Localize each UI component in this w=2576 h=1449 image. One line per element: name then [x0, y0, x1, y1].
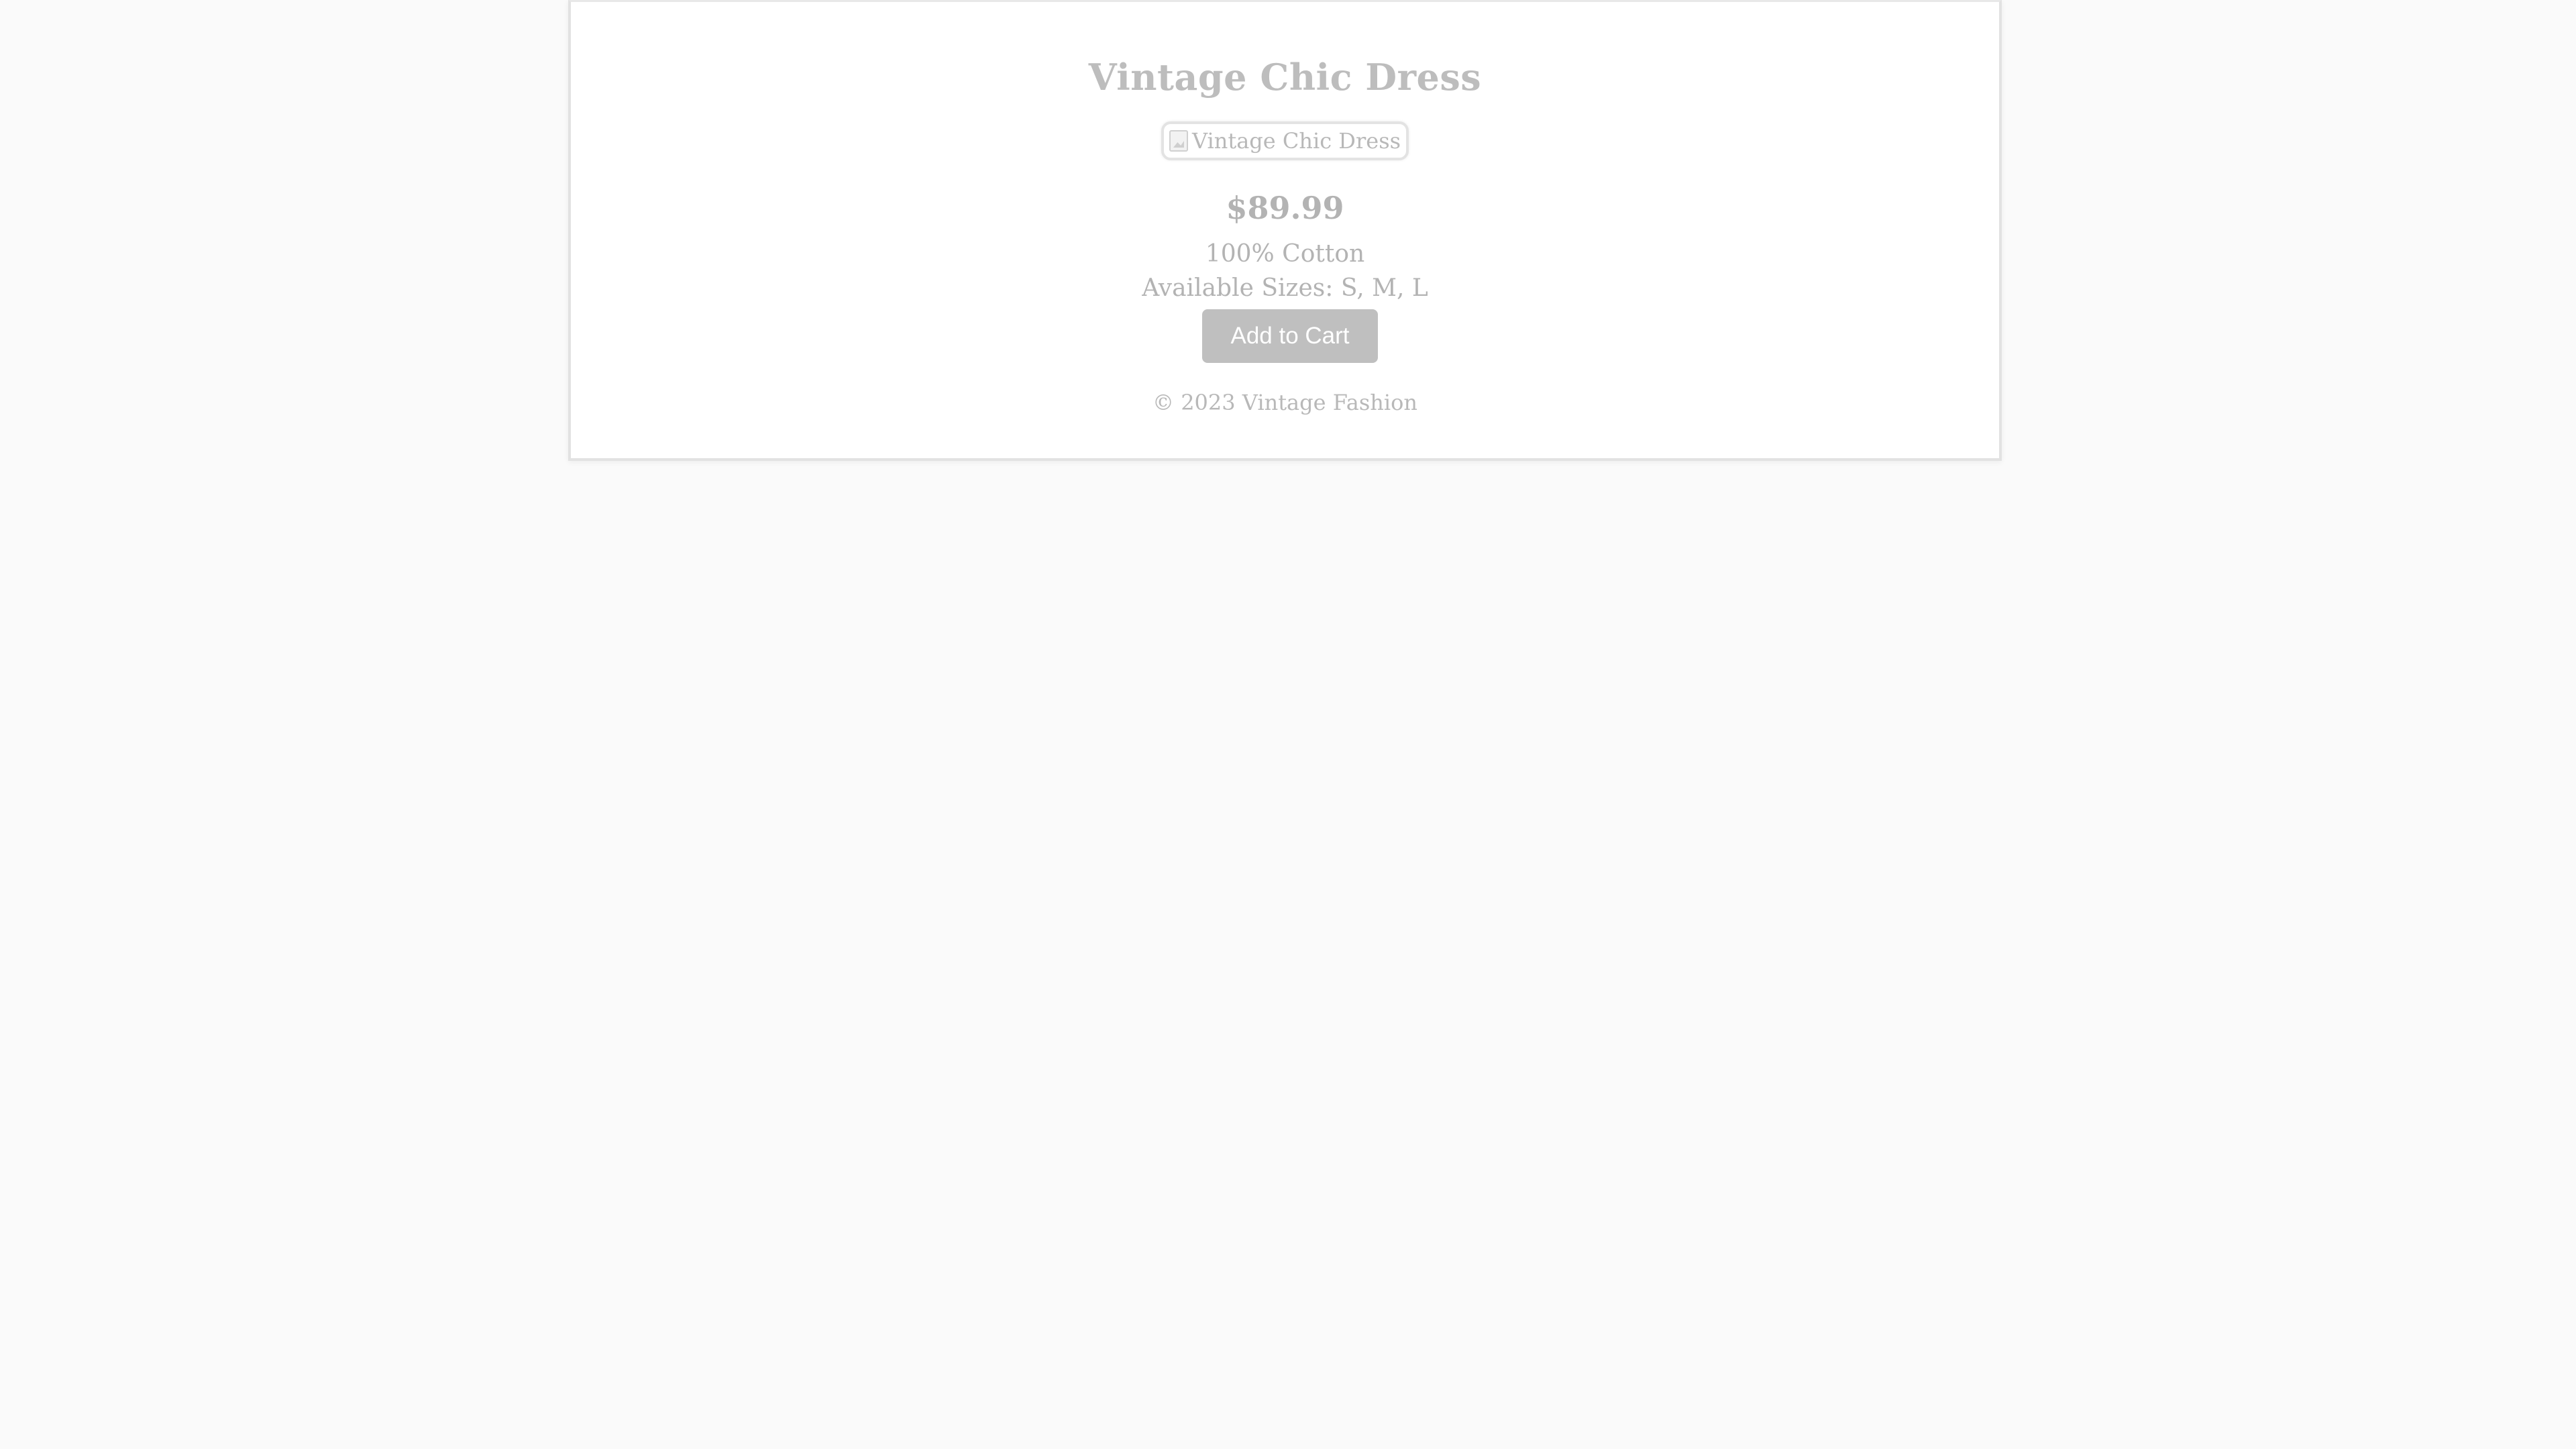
product-card: Vintage Chic Dress Vintage Chic Dress $8… — [568, 0, 2002, 461]
product-title: Vintage Chic Dress — [1088, 56, 1482, 99]
product-price: $89.99 — [1226, 190, 1344, 226]
product-sizes: Available Sizes: S, M, L — [1142, 274, 1428, 302]
product-material: 100% Cotton — [1205, 240, 1365, 268]
product-image-alt-text: Vintage Chic Dress — [1191, 128, 1401, 154]
product-image: Vintage Chic Dress — [1161, 121, 1409, 160]
broken-image-icon — [1169, 130, 1188, 152]
footer-copyright: © 2023 Vintage Fashion — [1152, 390, 1417, 415]
product-image-container: Vintage Chic Dress — [571, 121, 1999, 160]
add-to-cart-button[interactable]: Add to Cart — [1202, 309, 1378, 363]
